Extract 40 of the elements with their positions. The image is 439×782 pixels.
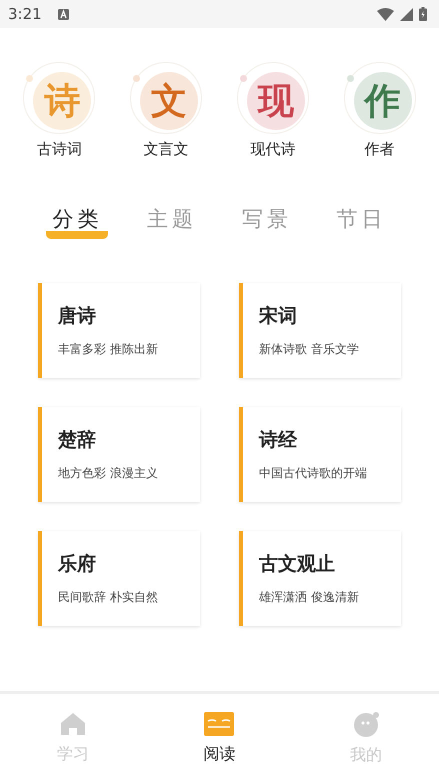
category-glyph: 文: [140, 72, 198, 130]
category-label[interactable]: 古诗词: [36, 140, 82, 159]
clock-time: 3:21: [8, 5, 42, 23]
wifi-icon: [377, 8, 394, 20]
category-label[interactable]: 作者: [364, 140, 395, 159]
collection-card[interactable]: 诗经 中国古代诗歌的开端: [239, 407, 401, 502]
collection-card[interactable]: 乐府 民间歌辞 朴实自然: [38, 531, 200, 626]
card-title: 诗经: [259, 428, 298, 453]
card-subtitle: 地方色彩 浪漫主义: [58, 465, 159, 482]
orbit-dot: [133, 75, 140, 82]
orbit-dot: [240, 75, 247, 82]
home-icon: [60, 712, 86, 736]
card-title: 楚辞: [58, 428, 97, 453]
card-subtitle: 雄浑潇洒 俊逸清新: [259, 589, 360, 606]
orbit-dot: [346, 75, 354, 82]
card-title: 唐诗: [58, 304, 97, 329]
signal-icon: [400, 8, 413, 20]
collection-card[interactable]: 古文观止 雄浑潇洒 俊逸清新: [239, 531, 401, 626]
category-glyph: 诗: [33, 72, 92, 130]
category-badge[interactable]: 作: [344, 62, 416, 134]
battery-icon: [419, 7, 427, 21]
category-label[interactable]: 文言文: [144, 140, 189, 159]
face-icon: [352, 710, 379, 736]
category-glyph: 作: [354, 72, 412, 130]
card-title: 宋词: [259, 304, 298, 329]
collection-card[interactable]: 唐诗 丰富多彩 推陈出新: [38, 283, 200, 378]
card-title: 乐府: [58, 552, 97, 577]
category-badge[interactable]: 现: [236, 62, 309, 134]
card-subtitle: 中国古代诗歌的开端: [259, 465, 368, 482]
card-title: 古文观止: [259, 552, 336, 577]
category-glyph: 现: [246, 72, 305, 130]
collection-card[interactable]: 宋词 新体诗歌 音乐文学: [239, 283, 401, 378]
collection-card[interactable]: 楚辞 地方色彩 浪漫主义: [38, 407, 200, 502]
card-subtitle: 民间歌辞 朴实自然: [58, 589, 159, 606]
notification-icon: [58, 8, 69, 20]
orbit-dot: [26, 75, 34, 82]
card-subtitle: 新体诗歌 音乐文学: [259, 341, 360, 358]
category-label[interactable]: 现代诗: [250, 140, 296, 159]
card-subtitle: 丰富多彩 推陈出新: [58, 341, 159, 358]
book-icon: [204, 712, 234, 736]
